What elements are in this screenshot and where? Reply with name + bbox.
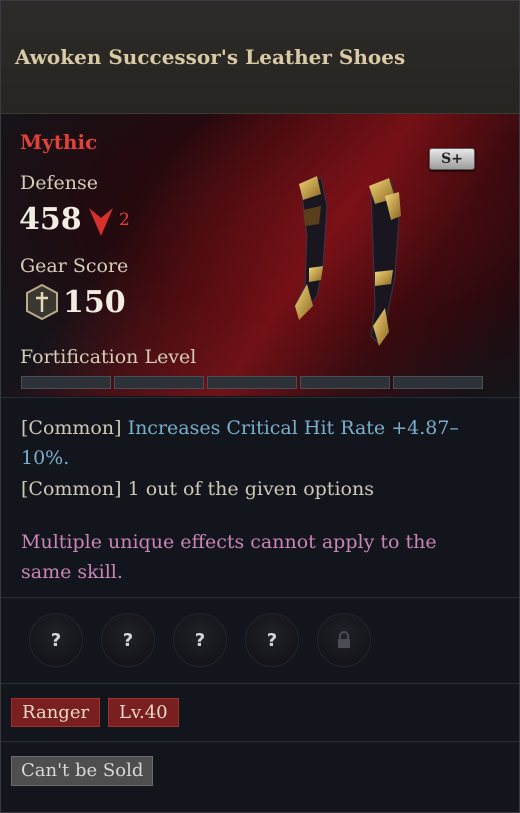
- divider: [1, 741, 519, 742]
- socket-slot-locked[interactable]: [317, 613, 371, 667]
- socket-slot[interactable]: ?: [29, 613, 83, 667]
- leather-shoes-icon: [294, 176, 401, 346]
- gear-score-value: 150: [63, 285, 126, 320]
- cant-be-sold-badge: Can't be Sold: [11, 756, 154, 786]
- option-line: [Common] Increases Critical Hit Rate +4.…: [21, 413, 501, 473]
- item-hero-panel: Mythic S+ Defense 458 2 Gear Score 150 F…: [1, 114, 519, 396]
- divider: [1, 683, 519, 684]
- fortification-segment: [114, 376, 204, 389]
- fortification-segment: [393, 376, 483, 389]
- defense-diff: 2: [119, 210, 130, 230]
- question-icon: ?: [122, 629, 134, 651]
- defense-value: 458: [19, 202, 82, 237]
- divider: [1, 397, 519, 398]
- item-grade: Mythic: [20, 130, 98, 154]
- fortification-segment: [207, 376, 297, 389]
- option-text: 1 out of the given options: [127, 478, 374, 500]
- class-requirement-tag: Ranger: [11, 698, 101, 727]
- tooltip-header: Awoken Successor's Leather Shoes: [1, 1, 519, 114]
- question-icon: ?: [266, 629, 278, 651]
- item-tooltip: Awoken Successor's Leather Shoes Mythic …: [0, 0, 520, 813]
- question-icon: ?: [194, 629, 206, 651]
- decrease-arrow-icon: [89, 208, 113, 236]
- gear-score-label: Gear Score: [20, 255, 129, 277]
- fortification-segment: [21, 376, 111, 389]
- option-line: [Common] 1 out of the given options: [21, 474, 374, 504]
- divider: [1, 597, 519, 598]
- defense-label: Defense: [20, 172, 98, 194]
- fortification-segment: [300, 376, 390, 389]
- question-icon: ?: [50, 629, 62, 651]
- level-requirement-tag: Lv.40: [108, 698, 179, 727]
- socket-slot[interactable]: ?: [101, 613, 155, 667]
- socket-row: ? ? ? ?: [29, 613, 371, 667]
- option-tag: [Common]: [21, 417, 122, 439]
- warning-text: Multiple unique effects cannot apply to …: [21, 531, 437, 583]
- option-tag: [Common]: [21, 478, 122, 500]
- socket-slot[interactable]: ?: [173, 613, 227, 667]
- fortification-bar: [21, 376, 483, 389]
- fortification-label: Fortification Level: [20, 346, 197, 368]
- gear-score-icon: [26, 284, 58, 320]
- socket-slot[interactable]: ?: [245, 613, 299, 667]
- item-name: Awoken Successor's Leather Shoes: [15, 45, 406, 69]
- lock-icon: [338, 631, 350, 648]
- tier-badge: S+: [429, 148, 475, 170]
